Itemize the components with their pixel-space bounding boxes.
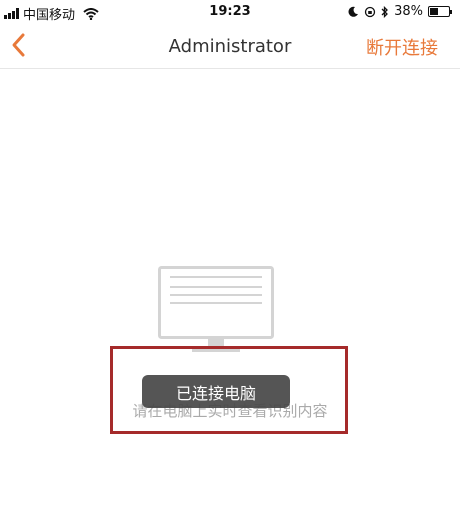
moon-icon [348, 6, 359, 17]
battery-icon [428, 6, 452, 17]
battery-percent: 38% [394, 4, 423, 19]
status-bar: 中国移动 19:23 38% [0, 0, 460, 24]
toast-message: 已连接电脑 [142, 375, 290, 408]
status-right: 38% [348, 4, 452, 19]
monitor-icon [158, 266, 274, 352]
disconnect-button[interactable]: 断开连接 [366, 34, 438, 60]
nav-bar: Administrator 断开连接 [0, 24, 460, 69]
rotation-lock-icon [364, 6, 376, 17]
bluetooth-icon [381, 5, 389, 18]
